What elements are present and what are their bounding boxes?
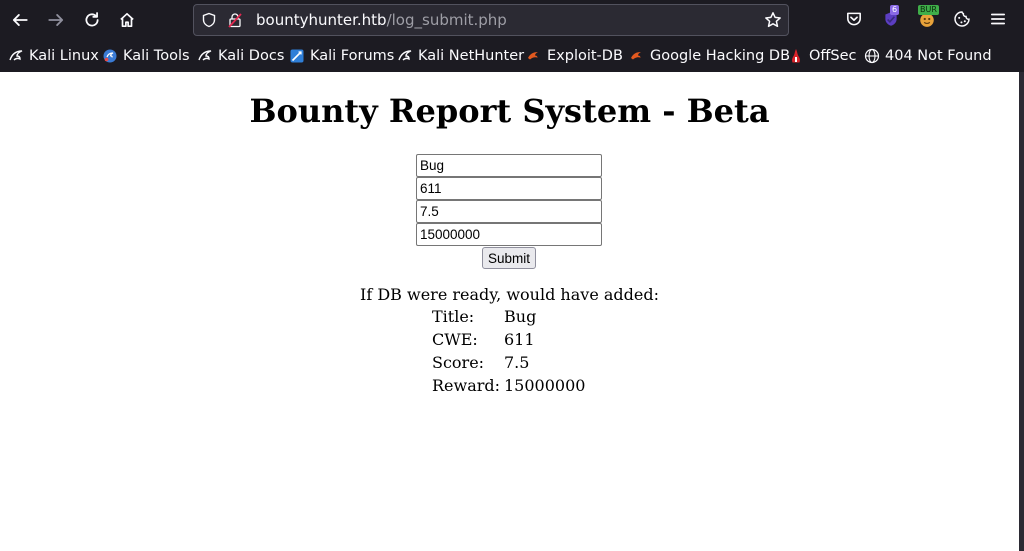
bookmark-kali-forums[interactable]: Kali Forums xyxy=(289,46,394,66)
bookmark-label: Google Hacking DB xyxy=(650,48,791,64)
reload-button[interactable] xyxy=(78,6,106,34)
result-row-label: Title: xyxy=(432,307,475,326)
kali-tools-icon xyxy=(103,49,117,63)
bookmark-kali-linux[interactable]: Kali Linux xyxy=(8,46,99,66)
bookmark-kali-docs[interactable]: Kali Docs xyxy=(197,46,284,66)
hamburger-menu-icon xyxy=(990,13,1006,25)
page-content: Bounty Report System - Beta Submit If DB… xyxy=(0,72,1019,551)
offsec-icon xyxy=(792,49,800,63)
bookmark-label: Kali Tools xyxy=(123,48,190,64)
exploit-db-icon xyxy=(528,52,538,60)
result-row-value: 611 xyxy=(504,330,535,349)
bookmark-label: Kali NetHunter xyxy=(418,48,525,64)
result-row: CWE: 611 xyxy=(432,330,585,353)
browser-chrome: bountyhunter.htb/log_submit.php 6 BUR Ka… xyxy=(0,0,1024,72)
result-row: Title: Bug xyxy=(432,307,585,330)
back-button[interactable] xyxy=(6,6,34,34)
score-input[interactable] xyxy=(416,200,602,223)
exploit-db-icon xyxy=(631,52,641,60)
pocket-icon xyxy=(847,12,861,26)
pocket-button[interactable] xyxy=(843,8,865,30)
url-path: /log_submit.php xyxy=(386,11,507,29)
bookmark-kali-nethunter[interactable]: Kali NetHunter xyxy=(397,46,524,66)
bookmark-star-icon[interactable] xyxy=(764,11,782,29)
bookmark-label: 404 Not Found xyxy=(885,48,992,64)
bookmark-label: Kali Docs xyxy=(218,48,285,64)
result-row-label: Reward: xyxy=(432,376,501,395)
result-row: Reward: 15000000 xyxy=(432,376,585,399)
result-message: If DB were ready, would have added: xyxy=(360,285,659,304)
url-bar[interactable]: bountyhunter.htb/log_submit.php xyxy=(193,4,789,36)
result-table: Title: Bug CWE: 611 Score: 7.5 Reward: 15000… xyxy=(432,307,585,399)
cookie-icon xyxy=(954,11,970,27)
result-row-label: CWE: xyxy=(432,330,478,349)
insecure-lock-icon[interactable] xyxy=(227,12,243,28)
submit-button[interactable]: Submit xyxy=(482,247,536,269)
reload-icon xyxy=(85,12,99,27)
app-menu-button[interactable] xyxy=(987,8,1009,30)
bookmark-offsec[interactable]: OffSec xyxy=(788,46,857,66)
kali-dragon-icon xyxy=(398,50,412,61)
bookmark-google-hacking-db[interactable]: Google Hacking DB xyxy=(629,46,790,66)
burp-badge: BUR xyxy=(918,5,939,15)
result-row-value: Bug xyxy=(504,307,537,326)
result-row-value: 7.5 xyxy=(504,353,530,372)
forward-button[interactable] xyxy=(42,6,70,34)
forward-arrow-icon xyxy=(48,14,64,26)
ublock-badge-count: 6 xyxy=(890,5,900,15)
reward-input[interactable] xyxy=(416,223,602,246)
bookmark-404-not-found[interactable]: 404 Not Found xyxy=(864,46,992,66)
bookmark-kali-tools[interactable]: Kali Tools xyxy=(102,46,190,66)
cwe-input[interactable] xyxy=(416,177,602,200)
navigation-toolbar: bountyhunter.htb/log_submit.php 6 BUR xyxy=(0,0,1024,40)
tracking-protection-shield-icon[interactable] xyxy=(201,12,217,28)
result-row: Score: 7.5 xyxy=(432,353,585,376)
home-icon xyxy=(120,12,134,28)
bookmark-label: Kali Linux xyxy=(29,48,99,64)
bookmark-label: Kali Forums xyxy=(310,48,395,64)
burp-extension-button[interactable]: BUR xyxy=(916,5,939,30)
globe-icon xyxy=(864,48,880,64)
home-button[interactable] xyxy=(113,6,141,34)
title-input[interactable] xyxy=(416,154,602,177)
bookmarks-toolbar: Kali Linux Kali Tools Kali Docs Kali For… xyxy=(0,44,1024,68)
result-row-label: Score: xyxy=(432,353,485,372)
url-host: bountyhunter.htb xyxy=(256,11,387,29)
kali-dragon-icon xyxy=(198,50,212,61)
cookie-extension-button[interactable] xyxy=(951,8,973,30)
bookmark-exploit-db[interactable]: Exploit-DB xyxy=(526,46,623,66)
bookmark-label: Exploit-DB xyxy=(547,48,623,64)
kali-forums-icon xyxy=(290,49,304,63)
kali-dragon-icon xyxy=(9,50,23,61)
result-row-value: 15000000 xyxy=(504,376,586,395)
url-text[interactable]: bountyhunter.htb/log_submit.php xyxy=(256,11,507,29)
page-title: Bounty Report System - Beta xyxy=(249,92,770,130)
page-scrollbar[interactable] xyxy=(1019,72,1024,551)
bookmark-label: OffSec xyxy=(809,48,857,64)
back-arrow-icon xyxy=(12,14,28,26)
ublock-extension-button[interactable]: 6 xyxy=(880,5,902,30)
